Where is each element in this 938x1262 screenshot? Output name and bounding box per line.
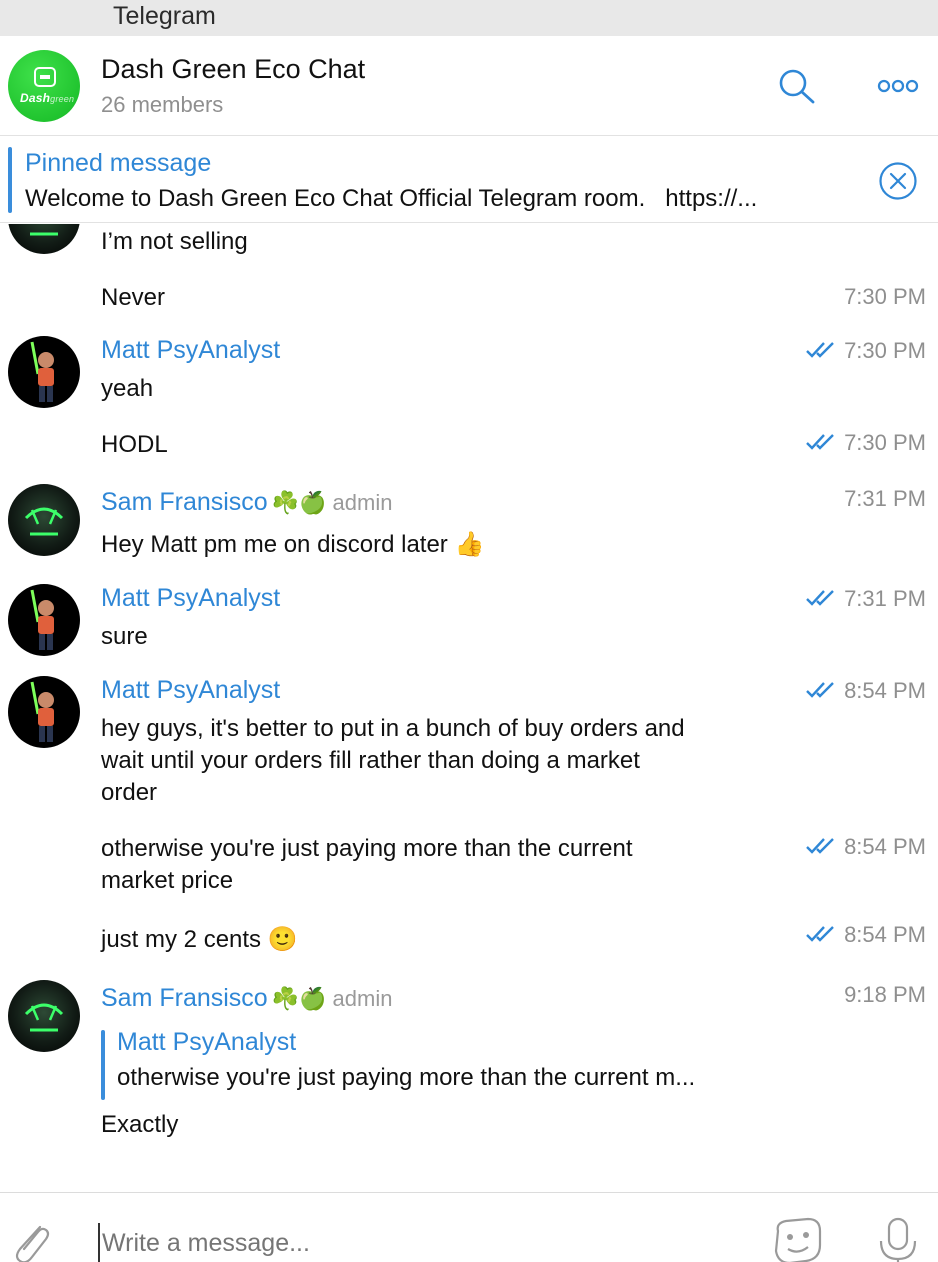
member-count[interactable]: 26 members: [101, 92, 223, 118]
avatar-logo-text: Dashgreen: [20, 91, 75, 105]
more-icon[interactable]: [877, 79, 919, 93]
dash-logo-icon: [34, 67, 56, 87]
pinned-accent-bar: [8, 147, 12, 213]
double-check-icon: [806, 434, 834, 450]
message-input[interactable]: [98, 1223, 698, 1262]
message-time: 7:31 PM: [844, 486, 926, 511]
sender-emoji-badges: ☘️🍏: [271, 986, 327, 1011]
double-check-icon: [806, 926, 834, 942]
avatar[interactable]: [8, 676, 80, 748]
pinned-title: Pinned message: [25, 149, 212, 177]
message-text: I’m not selling: [101, 228, 248, 255]
sender-name[interactable]: Matt PsyAnalyst: [101, 336, 280, 365]
message-time: 7:30 PM: [806, 430, 926, 456]
pinned-message[interactable]: Pinned message Welcome to Dash Green Eco…: [0, 137, 938, 223]
reply-sender-name: Matt PsyAnalyst: [117, 1028, 297, 1056]
admin-badge: admin: [332, 490, 393, 515]
message-line: otherwise you're just paying more than t…: [101, 835, 633, 862]
sender-name[interactable]: Matt PsyAnalyst: [101, 676, 280, 705]
avatar[interactable]: [8, 584, 80, 656]
message-text: Hey Matt pm me on discord later 👍: [101, 531, 485, 558]
message-line: wait until your orders fill rather than …: [101, 747, 640, 774]
message-composer: [0, 1192, 938, 1262]
avatar[interactable]: [8, 336, 80, 408]
message-time: 8:54 PM: [806, 922, 926, 948]
chat-title[interactable]: Dash Green Eco Chat: [101, 54, 365, 85]
admin-badge: admin: [332, 986, 393, 1011]
message-text: HODL: [101, 431, 168, 458]
message-time: 8:54 PM: [806, 678, 926, 704]
app-title: Telegram: [113, 2, 216, 30]
chat-header: Dashgreen Dash Green Eco Chat 26 members: [0, 36, 938, 136]
reply-quote[interactable]: Matt PsyAnalyst otherwise you're just pa…: [101, 1028, 801, 1104]
message-text: hey guys, it's better to put in a bunch …: [101, 713, 685, 809]
double-check-icon: [806, 838, 834, 854]
avatar[interactable]: [8, 484, 80, 556]
sticker-icon[interactable]: [770, 1215, 826, 1262]
sender-name[interactable]: Sam Fransisco ☘️🍏 admin: [101, 488, 392, 517]
message-time: 7:30 PM: [844, 284, 926, 309]
message-time: 7:30 PM: [806, 338, 926, 364]
sender-name[interactable]: Matt PsyAnalyst: [101, 584, 280, 613]
message-text: Never: [101, 284, 166, 311]
message-time: 8:54 PM: [806, 834, 926, 860]
message-line: order: [101, 779, 158, 806]
search-icon[interactable]: [778, 68, 816, 104]
sender-emoji-badges: ☘️🍏: [271, 490, 327, 515]
avatar[interactable]: [8, 224, 80, 254]
reply-accent-bar: [101, 1030, 105, 1100]
double-check-icon: [806, 682, 834, 698]
message-time: 9:18 PM: [844, 982, 926, 1007]
message-text: otherwise you're just paying more than t…: [101, 833, 633, 897]
message-line: market price: [101, 867, 234, 894]
message-text: just my 2 cents 🙂: [101, 926, 298, 953]
sender-name[interactable]: Sam Fransisco ☘️🍏 admin: [101, 984, 392, 1013]
message-text: yeah: [101, 375, 154, 402]
double-check-icon: [806, 342, 834, 358]
message-line: hey guys, it's better to put in a bunch …: [101, 715, 685, 742]
pinned-text: Welcome to Dash Green Eco Chat Official …: [25, 185, 758, 212]
close-icon[interactable]: [878, 161, 918, 201]
message-time: 7:31 PM: [806, 586, 926, 612]
microphone-icon[interactable]: [876, 1215, 920, 1262]
window-titlebar: Telegram: [0, 0, 938, 36]
message-text: sure: [101, 623, 148, 650]
message-list[interactable]: I’m not selling Never 7:30 PM Matt PsyAn…: [0, 224, 938, 1192]
chat-avatar[interactable]: Dashgreen: [8, 50, 80, 122]
message-text: Exactly: [101, 1111, 179, 1138]
avatar[interactable]: [8, 980, 80, 1052]
reply-text: otherwise you're just paying more than t…: [117, 1064, 696, 1091]
double-check-icon: [806, 590, 834, 606]
paperclip-icon[interactable]: [6, 1217, 52, 1262]
